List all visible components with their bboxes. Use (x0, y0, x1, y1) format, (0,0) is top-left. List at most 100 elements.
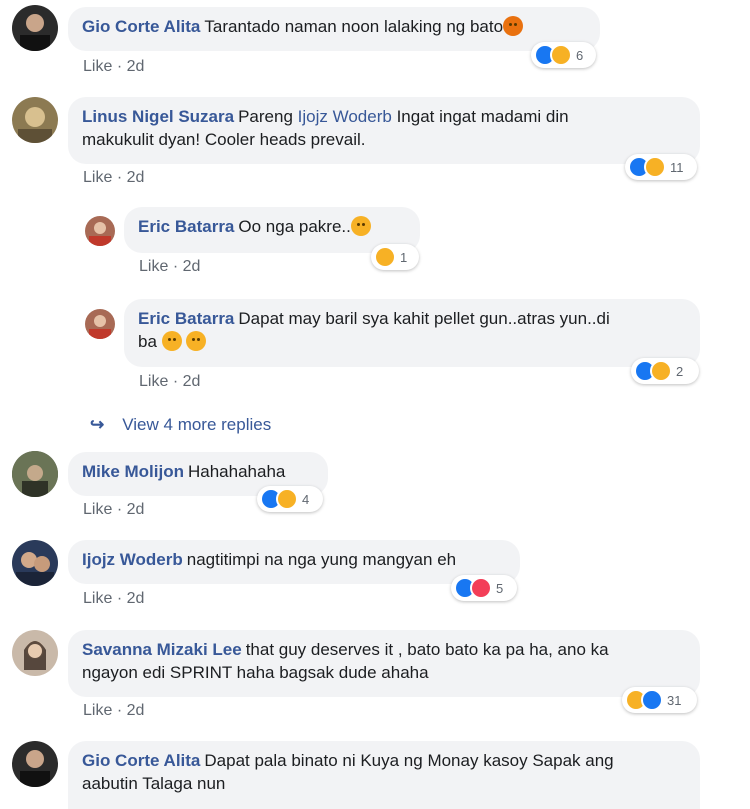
smile-emoji-icon (185, 331, 206, 351)
avatar[interactable] (85, 309, 115, 339)
timestamp[interactable]: 2d (183, 258, 201, 275)
timestamp[interactable]: 2d (127, 590, 145, 607)
comment-text-line2: ngayon edi SPRINT haha bagsak dude ahaha (82, 663, 429, 682)
comment-text: Ingat ingat madami din (396, 107, 569, 126)
comment-text-line2: makukulit dyan! Cooler heads prevail. (82, 130, 366, 149)
haha-reaction-icon (374, 246, 396, 268)
reaction-summary[interactable]: 4 (257, 486, 323, 512)
comment-bubble: Gio Corte Alita Dapat pala binato ni Kuya… (68, 741, 700, 809)
timestamp[interactable]: 2d (183, 373, 201, 390)
separator: · (116, 702, 123, 719)
comment-text: Oo nga pakre.. (238, 217, 351, 236)
avatar-photo (20, 750, 50, 787)
reaction-count: 1 (400, 249, 408, 265)
comment-meta: Like · 2d (83, 590, 144, 608)
comment-text-line2: ba (138, 332, 157, 351)
avatar[interactable] (12, 97, 58, 143)
reaction-count: 31 (667, 692, 682, 708)
avatar[interactable] (85, 216, 115, 246)
comment-author[interactable]: Mike Molijon (82, 462, 184, 481)
comment-text: Dapat may baril sya kahit pellet gun..at… (238, 309, 610, 328)
comment-text: Pareng (238, 107, 293, 126)
view-more-label: View 4 more replies (122, 415, 272, 434)
like-link[interactable]: Like (83, 590, 112, 607)
smile-emoji-icon (350, 216, 371, 236)
comment-author[interactable]: Ijojz Woderb (82, 550, 183, 569)
comment-author[interactable]: Linus Nigel Suzara (82, 107, 234, 126)
comment-meta: Like · 2d (139, 258, 200, 276)
separator: · (172, 258, 179, 275)
reaction-summary[interactable]: 1 (371, 244, 419, 270)
haha-reaction-icon (650, 360, 672, 382)
avatar-photo (89, 222, 111, 246)
comment-bubble: Gio Corte Alita Tarantado naman noon lala… (68, 7, 600, 51)
avatar-photo (89, 315, 111, 339)
like-link[interactable]: Like (139, 373, 168, 390)
comment-meta: Like · 2d (139, 373, 200, 391)
haha-reaction-icon (644, 156, 666, 178)
comment-bubble: Savanna Mizaki Lee that guy deserves it ,… (68, 630, 700, 697)
comment-meta: Like · 2d (83, 702, 144, 720)
separator: · (116, 590, 123, 607)
comment-bubble: Linus Nigel Suzara Pareng Ijojz Woderb In… (68, 97, 700, 164)
avatar[interactable] (12, 741, 58, 787)
separator: · (116, 501, 123, 518)
reaction-summary[interactable]: 2 (631, 358, 699, 384)
like-link[interactable]: Like (83, 501, 112, 518)
comment-author[interactable]: Gio Corte Alita (82, 17, 200, 36)
avatar[interactable] (12, 630, 58, 676)
avatar[interactable] (12, 5, 58, 51)
view-more-replies-link[interactable]: ↪ View 4 more replies (90, 415, 271, 435)
reaction-count: 2 (676, 363, 684, 379)
avatar-photo (16, 552, 54, 586)
like-link[interactable]: Like (83, 169, 112, 186)
comment-bubble: Ijojz Woderb nagtitimpi na nga yung mangy… (68, 540, 520, 584)
comment-author[interactable]: Savanna Mizaki Lee (82, 640, 242, 659)
timestamp[interactable]: 2d (127, 58, 145, 75)
angry-emoji-icon (503, 16, 524, 36)
comment-text: nagtitimpi na nga yung mangyan eh (186, 550, 457, 569)
separator: · (116, 58, 123, 75)
comment-meta: Like · 2d (83, 501, 144, 519)
comment-text-line2: aabutin Talaga nun (82, 774, 226, 793)
timestamp[interactable]: 2d (127, 501, 145, 518)
comment-meta: Like · 2d (83, 169, 144, 187)
avatar-photo (18, 107, 52, 143)
haha-reaction-icon (276, 488, 298, 510)
timestamp[interactable]: 2d (127, 169, 145, 186)
like-reaction-icon (641, 689, 663, 711)
reaction-count: 4 (302, 491, 310, 507)
reply-arrow-icon: ↪ (90, 415, 105, 434)
like-link[interactable]: Like (83, 702, 112, 719)
avatar-photo (12, 451, 58, 497)
timestamp[interactable]: 2d (127, 702, 145, 719)
avatar-photo (20, 14, 50, 51)
love-reaction-icon (470, 577, 492, 599)
comment-author[interactable]: Gio Corte Alita (82, 751, 200, 770)
comment-text: Dapat pala binato ni Kuya ng Monay kasoy… (204, 751, 614, 770)
reaction-count: 6 (576, 47, 584, 63)
comment-text: Hahahahaha (188, 462, 286, 481)
separator: · (172, 373, 179, 390)
comment-author[interactable]: Eric Batarra (138, 309, 234, 328)
avatar[interactable] (12, 540, 58, 586)
reaction-summary[interactable]: 31 (622, 687, 697, 713)
reply-bubble: Eric Batarra Dapat may baril sya kahit pe… (124, 299, 700, 367)
reaction-summary[interactable]: 5 (451, 575, 517, 601)
reaction-count: 11 (670, 159, 684, 175)
mention-link[interactable]: Ijojz Woderb (298, 107, 392, 126)
haha-reaction-icon (550, 44, 572, 66)
avatar-photo (24, 641, 46, 670)
separator: · (116, 169, 123, 186)
comment-text: that guy deserves it , bato bato ka pa h… (245, 640, 609, 659)
smile-emoji-icon (161, 331, 182, 351)
reaction-count: 5 (496, 580, 504, 596)
comment-text: Tarantado naman noon lalaking ng bato (204, 17, 504, 36)
comment-meta: Like · 2d (83, 58, 144, 76)
like-link[interactable]: Like (139, 258, 168, 275)
reaction-summary[interactable]: 11 (625, 154, 697, 180)
reaction-summary[interactable]: 6 (531, 42, 596, 68)
like-link[interactable]: Like (83, 58, 112, 75)
avatar[interactable] (12, 451, 58, 497)
comment-author[interactable]: Eric Batarra (138, 217, 234, 236)
